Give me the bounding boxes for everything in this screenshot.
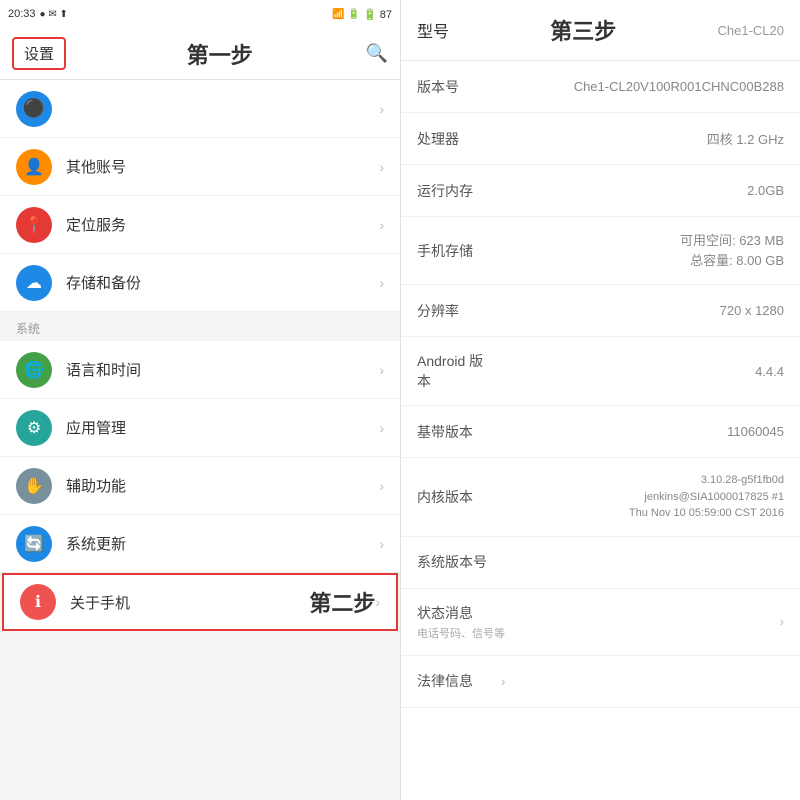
about-phone-label: 关于手机 [70, 592, 301, 613]
resolution-value: 720 x 1280 [497, 303, 784, 318]
menu-item-app-manage[interactable]: ⚙ 应用管理 › [0, 399, 400, 457]
battery-icon: 🔋 [348, 9, 360, 20]
info-row-status[interactable]: 状态消息 电话号码、信号等 › [401, 589, 800, 656]
menu-item-other-account[interactable]: 👤 其他账号 › [0, 138, 400, 196]
status-bar: 20:33 ● ✉ ⬆ 📶 🔋 🔋 87 [0, 0, 400, 28]
processor-label: 处理器 [417, 129, 497, 149]
info-row-ram: 运行内存 2.0GB [401, 165, 800, 217]
location-chevron: › [379, 217, 384, 233]
legal-chevron: › [501, 674, 505, 689]
resolution-label: 分辨率 [417, 301, 497, 321]
storage-icon: ☁ [16, 265, 52, 301]
status-info-label: 状态消息 [417, 603, 776, 623]
menu-item-system-update[interactable]: 🔄 系统更新 › [0, 515, 400, 573]
model-value: Che1-CL20 [718, 23, 785, 38]
partial-chevron: › [379, 101, 384, 117]
section-label-system: 系统 [0, 312, 400, 341]
storage-chevron: › [379, 275, 384, 291]
info-row-android: Android 版本 4.4.4 [401, 337, 800, 406]
info-row-legal[interactable]: 法律信息 › [401, 656, 800, 708]
info-row-kernel: 内核版本 3.10.28-g5f1fb0d jenkins@SIA1000017… [401, 458, 800, 537]
accessibility-icon: ✋ [16, 468, 52, 504]
notification-icons: ● ✉ ⬆ [40, 9, 68, 20]
app-manage-label: 应用管理 [66, 417, 379, 438]
kernel-value: 3.10.28-g5f1fb0d jenkins@SIA1000017825 #… [497, 472, 784, 522]
system-update-chevron: › [379, 536, 384, 552]
menu-item-partial[interactable]: ⚫ › [0, 80, 400, 138]
other-account-icon: 👤 [16, 149, 52, 185]
about-phone-icon: ℹ [20, 584, 56, 620]
time-display: 20:33 [8, 8, 36, 20]
other-account-label: 其他账号 [66, 156, 379, 177]
top-bar: 设置 第一步 🔍 [0, 28, 400, 80]
status-bar-left: 20:33 ● ✉ ⬆ [8, 8, 68, 20]
status-info-sublabel: 电话号码、信号等 [417, 625, 776, 641]
status-bar-right: 📶 🔋 🔋 87 [332, 8, 392, 21]
right-header: 型号 第三步 Che1-CL20 [401, 0, 800, 61]
accessibility-label: 辅助功能 [66, 475, 379, 496]
processor-value: 四核 1.2 GHz [497, 129, 784, 148]
menu-item-accessibility[interactable]: ✋ 辅助功能 › [0, 457, 400, 515]
phone-storage-value: 可用空间: 623 MB 总容量: 8.00 GB [497, 231, 784, 270]
android-label: Android 版本 [417, 351, 497, 391]
partial-icon: ⚫ [16, 91, 52, 127]
status-info-chevron: › [780, 614, 784, 629]
language-chevron: › [379, 362, 384, 378]
search-icon[interactable]: 🔍 [366, 43, 388, 64]
step-two-label: 第二步 [309, 586, 375, 618]
version-label: 版本号 [417, 77, 497, 97]
system-update-icon: 🔄 [16, 526, 52, 562]
accessibility-chevron: › [379, 478, 384, 494]
left-panel: 20:33 ● ✉ ⬆ 📶 🔋 🔋 87 设置 第一步 🔍 ⚫ › 👤 其他账号… [0, 0, 400, 800]
menu-item-language[interactable]: 🌐 语言和时间 › [0, 341, 400, 399]
info-row-resolution: 分辨率 720 x 1280 [401, 285, 800, 337]
step-one-label: 第一步 [74, 38, 366, 70]
partial-icon-char: ⚫ [23, 98, 45, 119]
info-row-baseband: 基带版本 11060045 [401, 406, 800, 458]
system-ver-label: 系统版本号 [417, 552, 497, 572]
legal-label: 法律信息 [417, 671, 497, 691]
system-update-label: 系统更新 [66, 533, 379, 554]
other-account-chevron: › [379, 159, 384, 175]
model-label: 型号 [417, 18, 449, 42]
android-value: 4.4.4 [497, 364, 784, 379]
status-info-content: 状态消息 电话号码、信号等 [417, 603, 776, 641]
settings-button[interactable]: 设置 [12, 37, 66, 70]
kernel-label: 内核版本 [417, 487, 497, 507]
location-label: 定位服务 [66, 214, 379, 235]
info-row-storage: 手机存储 可用空间: 623 MB 总容量: 8.00 GB [401, 217, 800, 285]
phone-storage-label: 手机存储 [417, 241, 497, 261]
info-row-processor: 处理器 四核 1.2 GHz [401, 113, 800, 165]
step-three-label: 第三步 [550, 14, 616, 46]
signal-icon: 📶 [332, 9, 344, 20]
app-manage-chevron: › [379, 420, 384, 436]
battery-level: 🔋 87 [363, 8, 392, 21]
baseband-value: 11060045 [497, 424, 784, 439]
info-row-version: 版本号 Che1-CL20V100R001CHNC00B288 [401, 61, 800, 113]
version-value: Che1-CL20V100R001CHNC00B288 [497, 79, 784, 94]
right-panel: 型号 第三步 Che1-CL20 版本号 Che1-CL20V100R001CH… [400, 0, 800, 800]
baseband-label: 基带版本 [417, 422, 497, 442]
info-row-system-ver: 系统版本号 [401, 537, 800, 589]
ram-label: 运行内存 [417, 181, 497, 201]
about-phone-chevron: › [375, 594, 380, 610]
ram-value: 2.0GB [497, 183, 784, 198]
menu-item-location[interactable]: 📍 定位服务 › [0, 196, 400, 254]
menu-item-storage[interactable]: ☁ 存储和备份 › [0, 254, 400, 312]
app-manage-icon: ⚙ [16, 410, 52, 446]
location-icon: 📍 [16, 207, 52, 243]
storage-label: 存储和备份 [66, 272, 379, 293]
menu-item-about-phone[interactable]: ℹ 关于手机 第二步 › [2, 573, 398, 631]
language-icon: 🌐 [16, 352, 52, 388]
language-label: 语言和时间 [66, 359, 379, 380]
